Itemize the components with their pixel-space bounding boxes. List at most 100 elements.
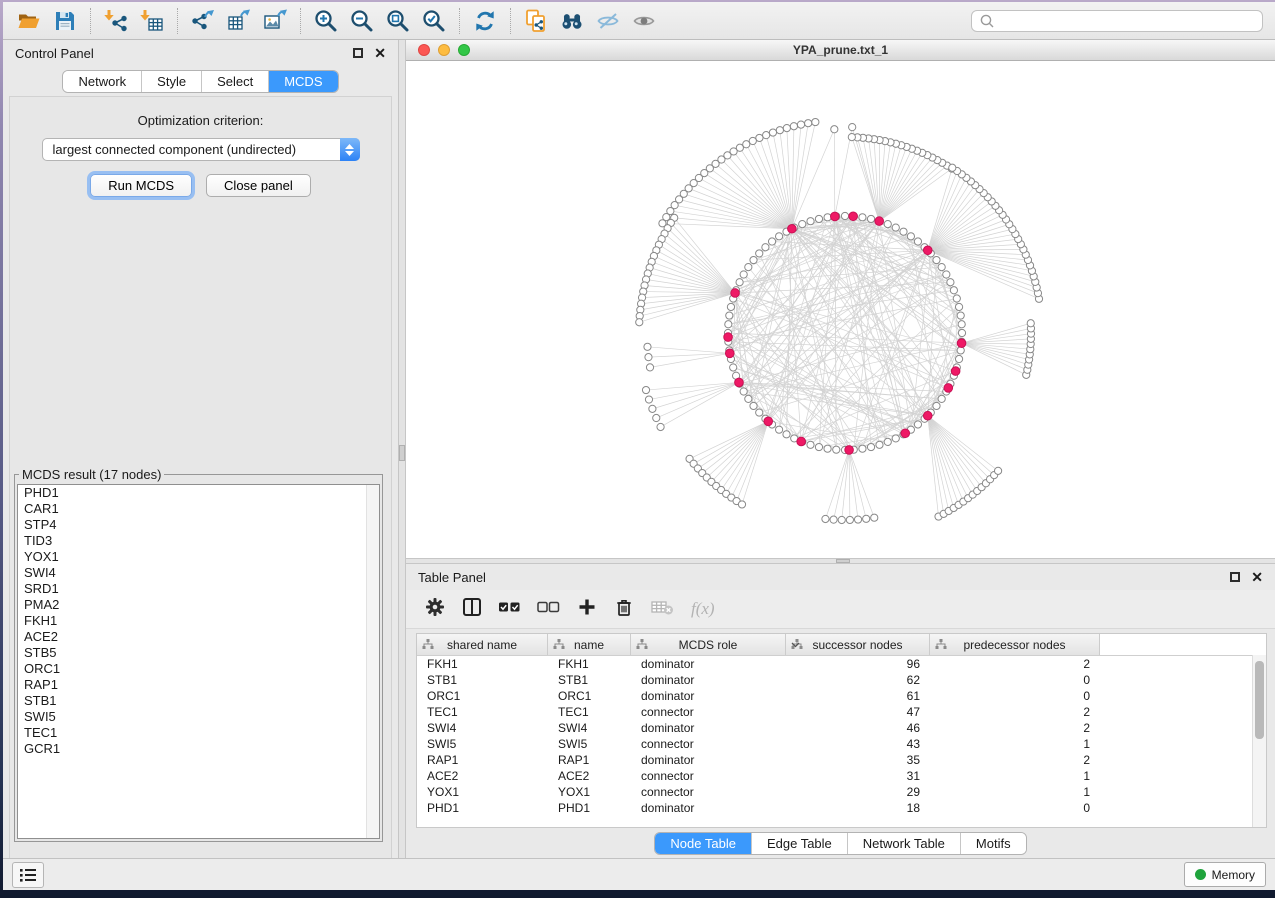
close-panel-icon[interactable]: ✕ (1251, 572, 1263, 582)
splitter-grip[interactable] (836, 559, 850, 563)
gear-icon[interactable] (424, 596, 446, 623)
eye-slash-icon[interactable] (590, 6, 626, 36)
tab-network[interactable]: Network (63, 71, 141, 92)
deselect-all-icon[interactable] (537, 596, 561, 623)
mcds-result-item[interactable]: CAR1 (18, 501, 379, 517)
table-row[interactable]: SWI4SWI4dominator462 (417, 720, 1266, 736)
column-header-shared-name[interactable]: shared name (417, 634, 548, 655)
refresh-icon[interactable] (467, 6, 503, 36)
tab-edge-table[interactable]: Edge Table (751, 833, 847, 854)
mcds-result-item[interactable]: PMA2 (18, 597, 379, 613)
tab-network-table[interactable]: Network Table (847, 833, 960, 854)
column-header-name[interactable]: name (548, 634, 631, 655)
mcds-result-item[interactable]: PHD1 (18, 485, 379, 501)
tab-mcds[interactable]: MCDS (268, 71, 337, 92)
zoom-fit-icon[interactable] (380, 6, 416, 36)
network-import-icon[interactable] (98, 6, 134, 36)
zoom-in-icon[interactable] (308, 6, 344, 36)
float-panel-icon[interactable] (1230, 572, 1240, 582)
network-node (949, 164, 956, 171)
mcds-result-item[interactable]: SWI4 (18, 565, 379, 581)
float-panel-icon[interactable] (353, 48, 363, 58)
column-header-MCDS-role[interactable]: MCDS role (631, 634, 786, 655)
network-node (730, 364, 737, 371)
network-window-title: YPA_prune.txt_1 (793, 43, 888, 57)
mcds-result-item[interactable]: ACE2 (18, 629, 379, 645)
mcds-result-item[interactable]: RAP1 (18, 677, 379, 693)
mcds-result-item[interactable]: ORC1 (18, 661, 379, 677)
tab-style[interactable]: Style (141, 71, 201, 92)
table-cell: connector (631, 705, 786, 719)
image-export-icon[interactable] (257, 6, 293, 36)
table-row[interactable]: TEC1TEC1connector472 (417, 704, 1266, 720)
horizontal-splitter[interactable] (406, 558, 1275, 564)
table-cell: dominator (631, 721, 786, 735)
binoculars-icon[interactable] (554, 6, 590, 36)
network-node (863, 515, 870, 522)
memory-button[interactable]: Memory (1184, 862, 1266, 887)
table-cell: 2 (930, 705, 1100, 719)
table-import-icon[interactable] (134, 6, 170, 36)
table-scrollbar-thumb[interactable] (1255, 661, 1264, 739)
maximize-window-icon[interactable] (458, 44, 470, 56)
mcds-result-item[interactable]: TEC1 (18, 725, 379, 741)
network-node (776, 127, 783, 134)
minimize-window-icon[interactable] (438, 44, 450, 56)
table-row[interactable]: YOX1YOX1connector291 (417, 784, 1266, 800)
table-row[interactable]: SWI5SWI5connector431 (417, 736, 1266, 752)
tab-select[interactable]: Select (201, 71, 268, 92)
table-scrollbar[interactable] (1252, 655, 1266, 827)
folder-open-icon[interactable] (11, 6, 47, 36)
run-mcds-button[interactable]: Run MCDS (90, 174, 192, 197)
table-cell: 29 (786, 785, 930, 799)
search-input[interactable] (995, 13, 1255, 29)
table-row[interactable]: ACE2ACE2connector311 (417, 768, 1266, 784)
network-node (738, 501, 745, 508)
dominator-node (735, 378, 744, 387)
eye-icon[interactable] (626, 6, 662, 36)
column-header-successor-nodes[interactable]: successor nodes (786, 634, 930, 655)
close-panel-button[interactable]: Close panel (206, 174, 311, 197)
network-node (838, 516, 845, 523)
zoom-out-icon[interactable] (344, 6, 380, 36)
column-header-predecessor-nodes[interactable]: predecessor nodes (930, 634, 1100, 655)
mcds-result-item[interactable]: SRD1 (18, 581, 379, 597)
mcds-result-item[interactable]: STB5 (18, 645, 379, 661)
mcds-result-item[interactable]: SWI5 (18, 709, 379, 725)
mcds-result-item[interactable]: TID3 (18, 533, 379, 549)
close-window-icon[interactable] (418, 44, 430, 56)
clipboard-share-icon[interactable] (518, 6, 554, 36)
mcds-result-item[interactable]: STB1 (18, 693, 379, 709)
application-window: Control Panel ✕ NetworkStyleSelectMCDS O… (3, 2, 1275, 890)
table-cell: FKH1 (548, 657, 631, 671)
mcds-result-item[interactable]: STP4 (18, 517, 379, 533)
tab-node-table[interactable]: Node Table (655, 833, 751, 854)
criterion-dropdown[interactable]: largest connected component (undirected) (42, 138, 360, 161)
mcds-result-item[interactable]: GCR1 (18, 741, 379, 757)
show-panels-button[interactable] (12, 862, 44, 888)
table-row[interactable]: RAP1RAP1dominator352 (417, 752, 1266, 768)
mcds-list-scrollbar[interactable] (366, 485, 379, 838)
table-export-icon[interactable] (221, 6, 257, 36)
mcds-result-item[interactable]: FKH1 (18, 613, 379, 629)
table-row[interactable]: STB1STB1dominator620 (417, 672, 1266, 688)
table-row[interactable]: PHD1PHD1dominator180 (417, 800, 1266, 816)
zoom-selected-icon[interactable] (416, 6, 452, 36)
network-canvas[interactable] (406, 61, 1275, 558)
vertical-splitter[interactable] (398, 40, 406, 858)
table-cell: ORC1 (417, 689, 548, 703)
save-icon[interactable] (47, 6, 83, 36)
select-all-icon[interactable] (498, 596, 522, 623)
add-icon[interactable] (576, 596, 598, 623)
splitter-grip[interactable] (399, 445, 405, 461)
delete-icon[interactable] (613, 596, 635, 623)
close-panel-icon[interactable]: ✕ (374, 48, 386, 58)
table-row[interactable]: FKH1FKH1dominator962 (417, 656, 1266, 672)
network-graph[interactable] (406, 61, 1275, 558)
mcds-result-item[interactable]: YOX1 (18, 549, 379, 565)
columns-icon[interactable] (461, 596, 483, 623)
tab-motifs[interactable]: Motifs (960, 833, 1026, 854)
network-export-icon[interactable] (185, 6, 221, 36)
network-node (849, 124, 856, 131)
table-row[interactable]: ORC1ORC1dominator610 (417, 688, 1266, 704)
